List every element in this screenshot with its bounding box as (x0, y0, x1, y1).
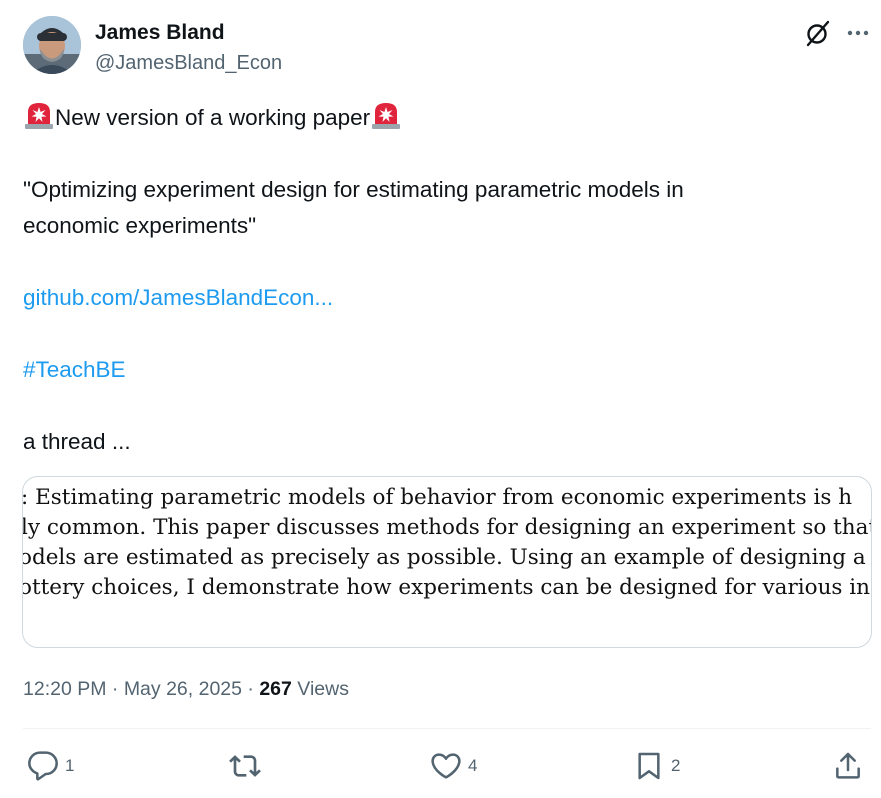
reply-icon (28, 751, 58, 781)
post-time[interactable]: 12:20 PM (23, 678, 106, 700)
grok-icon[interactable] (803, 18, 833, 48)
abstract-line: : Estimating parametric models of behavi… (22, 485, 853, 510)
author-handle[interactable]: @JamesBland_Econ (95, 50, 282, 76)
thread-note: a thread ... (23, 429, 131, 454)
paper-title-line-1: "Optimizing experiment design for estima… (23, 177, 684, 202)
meta-separator: · (241, 678, 260, 700)
paper-abstract-excerpt: : Estimating parametric models of behavi… (23, 483, 871, 603)
divider (23, 728, 871, 729)
reply-button[interactable]: 1 (27, 748, 74, 784)
abstract-line: odels are estimated as precisely as poss… (22, 545, 871, 570)
meta-separator: · (106, 678, 124, 700)
reply-count: 1 (65, 756, 75, 775)
post-headline: New version of a working paper (55, 105, 371, 130)
views-label: Views (291, 678, 349, 700)
siren-emoji-icon (372, 103, 401, 129)
post-date[interactable]: May 26, 2025 (124, 678, 242, 700)
bookmark-count: 2 (671, 756, 681, 775)
avatar[interactable] (23, 16, 81, 74)
retweet-button[interactable] (229, 748, 267, 784)
post-headline-line: New version of a working paper (23, 100, 402, 136)
heart-icon (431, 753, 461, 779)
views-count: 267 (259, 678, 292, 700)
avatar-image (23, 16, 81, 74)
github-link[interactable]: github.com/JamesBlandEcon... (23, 280, 333, 316)
share-icon (836, 752, 860, 779)
abstract-line: ottery choices, I demonstrate how experi… (22, 575, 871, 600)
more-icon[interactable] (843, 18, 873, 48)
like-button[interactable]: 4 (430, 748, 477, 784)
post-metadata: 12:20 PM · May 26, 2025 · 267 Views (23, 676, 349, 702)
siren-emoji-icon (25, 103, 53, 129)
like-count: 4 (468, 756, 478, 775)
retweet-icon (229, 755, 261, 777)
attached-image[interactable]: : Estimating parametric models of behavi… (22, 476, 872, 648)
hashtag-link[interactable]: #TeachBE (23, 352, 126, 388)
bookmark-icon (638, 752, 660, 780)
bookmark-button[interactable]: 2 (633, 748, 680, 784)
paper-title-line-2: economic experiments" (23, 213, 257, 238)
share-button[interactable] (832, 748, 864, 784)
abstract-line: ly common. This paper discusses methods … (22, 515, 871, 540)
author-name[interactable]: James Bland (95, 20, 225, 46)
